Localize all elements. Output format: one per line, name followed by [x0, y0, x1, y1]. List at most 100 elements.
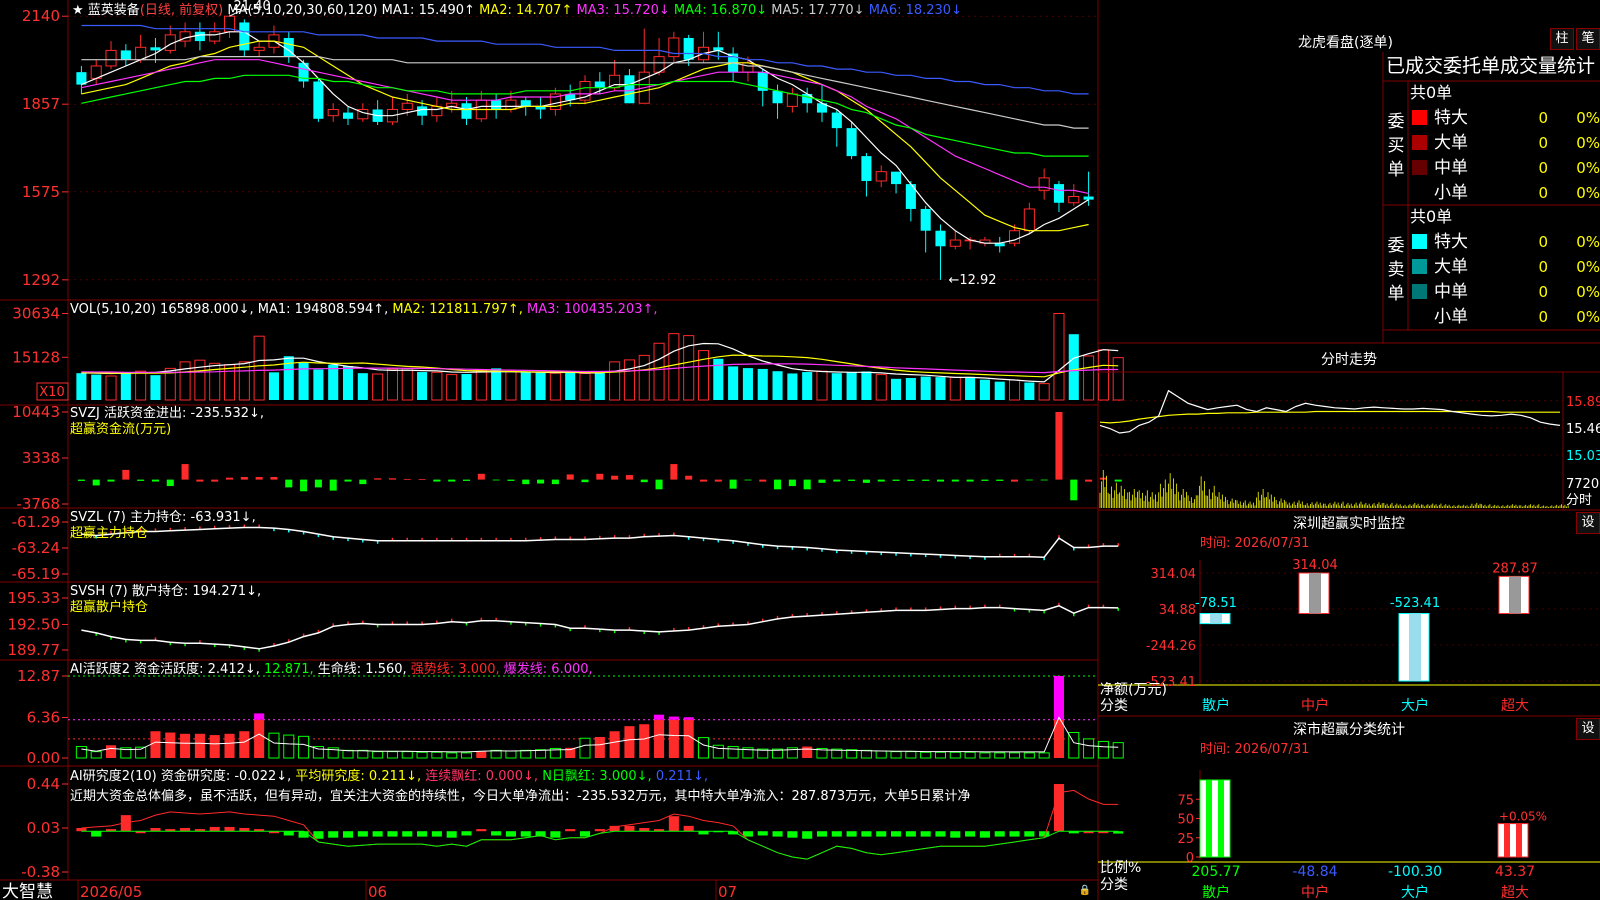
kline-panel[interactable]: [62, 9, 1098, 281]
sz-stats-settings-button[interactable]: 设: [1576, 718, 1600, 740]
research-bar: [861, 831, 872, 837]
activity-bar: [520, 749, 532, 759]
volume-bar: [446, 374, 458, 401]
fund-flow-bar: [655, 479, 663, 490]
fund-flow-bar: [77, 479, 85, 481]
order-type-label: 小单: [1434, 183, 1468, 203]
order-pct: 0%: [1576, 258, 1600, 276]
order-pct: 0%: [1576, 308, 1600, 326]
svsh-legend: SVSH (7) 散户持仓: 194.271↓,: [70, 583, 261, 599]
order-type-label: 小单: [1434, 307, 1468, 327]
right-panel[interactable]: [1098, 110, 1600, 863]
stats-y-tick: 75: [1177, 793, 1194, 808]
volume-bar: [431, 371, 443, 401]
buy-order-label: 单: [1388, 160, 1405, 180]
svsh-legend-part: SVSH (7): [70, 584, 132, 599]
fund-flow-bar: [329, 479, 337, 491]
activity-bar: [639, 724, 650, 758]
research-bar: [209, 826, 220, 832]
ai-active-legend-part: 12.871,: [264, 662, 318, 677]
volume-bar: [150, 375, 161, 400]
volume-bar: [861, 371, 872, 400]
ai-active-panel[interactable]: [62, 675, 1124, 759]
fund-flow-bar: [729, 479, 737, 489]
volume-panel[interactable]: [36, 313, 1124, 401]
svzl-legend: SVZL (7) 主力持仓: -63.931↓,: [70, 510, 256, 525]
fund-flow-bar: [625, 475, 633, 480]
minute-price-label: 15.03: [1566, 449, 1600, 464]
fund-flow-bar: [344, 479, 352, 482]
svzj-panel[interactable]: [62, 411, 1122, 505]
y-tick-label: 10443: [12, 403, 60, 421]
research-bar: [505, 831, 516, 837]
research-bar: [683, 825, 694, 832]
volume-bar: [935, 377, 946, 400]
volume-bar: [728, 366, 739, 400]
fund-flow-bar: [137, 479, 145, 481]
y-tick-label: 0.03: [27, 819, 60, 837]
order-pct: 0%: [1576, 134, 1600, 152]
sz-monitor-settings-button[interactable]: 设: [1576, 512, 1600, 534]
fund-flow-bar: [892, 479, 900, 481]
ai-research-legend: AI研究度2(10) 资金研究度: -0.022↓, 平均研究度: 0.211↓…: [70, 768, 708, 784]
activity-bar: [505, 750, 517, 759]
sz-category-label: 散户: [1202, 697, 1230, 714]
sz-category-label: 超大: [1501, 698, 1529, 714]
research-bar: [965, 831, 976, 837]
pen-mode-button[interactable]: 笔: [1576, 28, 1600, 50]
main-position-line: [81, 526, 1119, 558]
main-legend-part: MA5: 17.770↓: [771, 3, 868, 18]
research-bar: [831, 831, 842, 837]
volume-bar: [1068, 334, 1079, 400]
volume-bar: [623, 359, 635, 401]
volume-bar: [594, 372, 605, 400]
order-count: 0: [1538, 134, 1548, 152]
svsh-subtitle: 超赢散户持仓: [70, 599, 148, 615]
main-legend-part: MA2: 14.707↑: [479, 3, 576, 18]
fund-flow-bar: [907, 479, 915, 481]
volume-bar: [253, 335, 265, 401]
fund-flow-bar: [818, 479, 826, 483]
activity-bar: [431, 751, 443, 759]
candle-body: [491, 100, 502, 110]
volume-bar: [1024, 382, 1035, 400]
activity-bar: [609, 731, 620, 758]
main-legend-part: MA(5,10,20,30,60,120): [223, 3, 381, 18]
research-bar: [550, 831, 561, 838]
ai-active-legend-part: 爆发线: 6.000,: [504, 661, 593, 677]
candle-body: [742, 62, 754, 73]
activity-bar: [579, 737, 591, 759]
candle-body: [120, 50, 131, 60]
svsh-legend-part: 散户持仓: 194.271↓,: [132, 583, 261, 599]
activity-bar: [490, 749, 502, 759]
stats-value-label: -100.30: [1388, 864, 1442, 880]
svsh-panel[interactable]: [62, 597, 1119, 652]
y-tick-label: 30634: [12, 305, 60, 323]
volume-bar: [1112, 357, 1124, 401]
main-legend-part: (日线, 前复权): [140, 2, 223, 18]
research-bar: [994, 831, 1005, 837]
stats-value-label: 43.37: [1495, 864, 1535, 880]
research-bar: [950, 831, 961, 838]
fund-flow-bar: [1114, 479, 1122, 482]
bar-mode-button[interactable]: 柱: [1550, 28, 1574, 50]
svzl-panel[interactable]: [62, 521, 1119, 575]
stats-y-tick: 50: [1177, 813, 1194, 828]
activity-bar: [920, 751, 932, 759]
fund-flow-bar: [285, 479, 293, 488]
volume-bar: [920, 376, 931, 400]
candle-body: [505, 99, 517, 110]
fund-flow-bar: [714, 479, 722, 482]
svzl-subtitle: 超赢主力持仓: [70, 525, 148, 541]
sz-bar-value: -78.51: [1195, 596, 1237, 611]
research-bar: [328, 831, 339, 838]
svzj-legend-part: SVZJ: [70, 406, 104, 421]
candle-body: [150, 47, 161, 51]
y-tick-label: -0.38: [21, 863, 60, 881]
research-bar: [757, 831, 768, 836]
volume-legend-part: MA1: 194808.594↑,: [258, 302, 393, 317]
chart-canvas[interactable]: 214018571575129221.40←12.92★ 蓝英装备(日线, 前复…: [0, 0, 1600, 900]
sz-net-bar-core: [1309, 573, 1321, 614]
stats-category-label: 中户: [1301, 884, 1329, 900]
fund-flow-bar: [225, 477, 234, 480]
